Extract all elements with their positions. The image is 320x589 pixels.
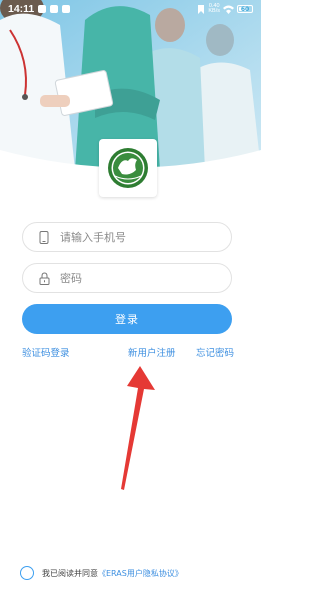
privacy-agreement: 我已阅读并同意 《ERAS用户隐私协议》 <box>20 566 183 580</box>
register-link[interactable]: 新用户注册 <box>128 345 176 359</box>
annotation-arrow-icon <box>121 366 155 490</box>
eras-logo-icon <box>108 148 148 188</box>
password-input[interactable] <box>60 271 220 285</box>
status-left: 14:11 <box>8 3 71 15</box>
status-time: 14:11 <box>8 3 35 15</box>
do-not-disturb-icon <box>198 4 205 14</box>
sms-login-link[interactable]: 验证码登录 <box>22 345 70 359</box>
status-right: 0.40 KB/s 60 <box>197 3 253 15</box>
status-bar: 14:11 0.40 KB/s 60 <box>0 0 261 18</box>
phone-input[interactable] <box>60 230 220 244</box>
battery-icon: 60 <box>237 5 253 13</box>
privacy-policy-link[interactable]: 《ERAS用户隐私协议》 <box>98 568 183 579</box>
network-speed: 0.40 KB/s <box>208 3 220 15</box>
net-speed-unit: KB/s <box>208 8 220 14</box>
app-logo <box>99 139 157 197</box>
notification-icon <box>38 5 47 13</box>
battery-level: 60 <box>240 5 250 13</box>
app-notification-icon <box>50 5 59 13</box>
wifi-icon <box>223 5 234 14</box>
lock-icon <box>37 271 51 285</box>
phone-field[interactable] <box>22 222 232 252</box>
agree-text: 我已阅读并同意 <box>42 568 98 578</box>
agree-checkbox[interactable] <box>20 566 34 580</box>
forgot-password-link[interactable]: 忘记密码 <box>196 345 234 359</box>
password-field[interactable] <box>22 263 232 293</box>
phone-icon <box>37 230 51 244</box>
login-button[interactable]: 登录 <box>22 304 232 334</box>
message-icon <box>62 5 71 13</box>
